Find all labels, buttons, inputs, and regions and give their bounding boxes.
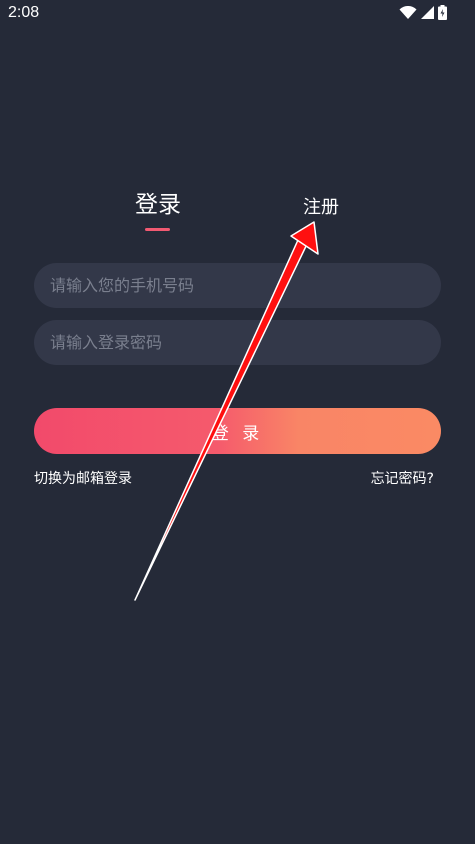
forgot-password-link[interactable]: 忘记密码? xyxy=(371,468,434,488)
tab-register[interactable]: 注册 xyxy=(303,193,339,219)
tab-active-indicator xyxy=(145,228,170,231)
status-icons xyxy=(399,5,447,20)
status-time: 2:08 xyxy=(8,4,40,21)
phone-field xyxy=(34,263,441,308)
tab-login[interactable]: 登录 xyxy=(135,185,181,219)
login-button[interactable]: 登 录 xyxy=(34,408,441,454)
signal-icon xyxy=(421,6,434,19)
phone-input[interactable] xyxy=(48,275,427,296)
wifi-icon xyxy=(399,5,417,19)
battery-icon xyxy=(438,5,447,20)
password-field xyxy=(34,320,441,365)
password-input[interactable] xyxy=(48,332,427,353)
auth-tabs: 登录 注册 xyxy=(0,185,475,245)
status-bar: 2:08 xyxy=(0,0,475,26)
switch-email-login-link[interactable]: 切换为邮箱登录 xyxy=(34,468,132,488)
